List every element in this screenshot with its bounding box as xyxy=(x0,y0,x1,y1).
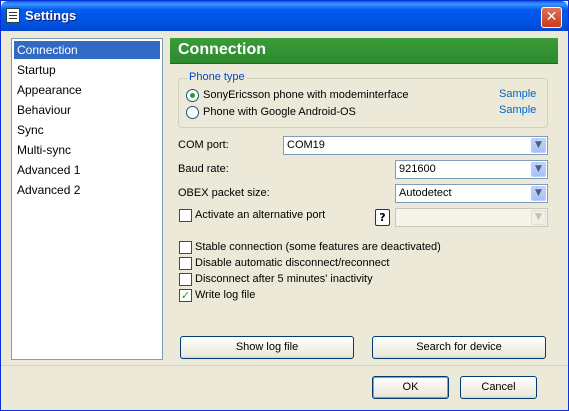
sidebar-item-connection[interactable]: Connection xyxy=(14,41,160,59)
sample-link-android[interactable]: Sample xyxy=(499,104,536,116)
window-title: Settings xyxy=(25,8,77,23)
stable-connection-checkbox[interactable] xyxy=(179,241,192,254)
phone-type-group: Phone type SonyEricsson phone with modem… xyxy=(178,71,548,128)
sidebar-item-appearance[interactable]: Appearance xyxy=(14,81,160,99)
phone-type-legend: Phone type xyxy=(187,71,247,83)
alt-port-select: ▼ xyxy=(395,208,548,227)
footer-divider xyxy=(1,365,568,366)
sidebar-item-behaviour[interactable]: Behaviour xyxy=(14,101,160,119)
sidebar-item-sync[interactable]: Sync xyxy=(14,121,160,139)
settings-category-list[interactable]: Connection Startup Appearance Behaviour … xyxy=(11,38,163,360)
disconnect-inactivity-label[interactable]: Disconnect after 5 minutes' inactivity xyxy=(195,273,373,285)
baud-rate-label: Baud rate: xyxy=(178,163,229,175)
radio-sonyericsson-label[interactable]: SonyEricsson phone with modeminterface xyxy=(203,89,408,101)
show-log-button[interactable]: Show log file xyxy=(180,336,354,359)
baud-rate-select[interactable]: 921600 ▼ xyxy=(395,160,548,179)
ok-button[interactable]: OK xyxy=(372,376,449,399)
obex-select[interactable]: Autodetect ▼ xyxy=(395,184,548,203)
obex-label: OBEX packet size: xyxy=(178,187,270,199)
settings-window: Settings ✕ Connection Startup Appearance… xyxy=(0,0,569,411)
chevron-down-icon[interactable]: ▼ xyxy=(531,162,546,177)
com-port-value: COM19 xyxy=(287,139,325,151)
baud-rate-value: 921600 xyxy=(399,163,436,175)
write-log-checkbox[interactable]: ✓ xyxy=(179,289,192,302)
stable-connection-label[interactable]: Stable connection (some features are dea… xyxy=(195,241,441,253)
sidebar-item-multi-sync[interactable]: Multi-sync xyxy=(14,141,160,159)
radio-android-label[interactable]: Phone with Google Android-OS xyxy=(203,106,356,118)
sidebar-item-advanced-1[interactable]: Advanced 1 xyxy=(14,161,160,179)
close-button[interactable]: ✕ xyxy=(541,7,562,28)
sample-link-sonyericsson[interactable]: Sample xyxy=(499,88,536,100)
close-icon: ✕ xyxy=(545,9,558,25)
sidebar-item-startup[interactable]: Startup xyxy=(14,61,160,79)
disable-reconnect-label[interactable]: Disable automatic disconnect/reconnect xyxy=(195,257,389,269)
sidebar-item-advanced-2[interactable]: Advanced 2 xyxy=(14,181,160,199)
panel-title: Connection xyxy=(178,41,266,58)
settings-app-icon xyxy=(6,8,20,23)
com-port-select[interactable]: COM19 ▼ xyxy=(283,136,548,155)
chevron-down-icon[interactable]: ▼ xyxy=(531,138,546,153)
write-log-label[interactable]: Write log file xyxy=(195,289,255,301)
radio-sonyericsson[interactable] xyxy=(186,89,199,102)
search-device-button[interactable]: Search for device xyxy=(372,336,546,359)
radio-android[interactable] xyxy=(186,106,199,119)
disconnect-inactivity-checkbox[interactable] xyxy=(179,273,192,286)
cancel-button[interactable]: Cancel xyxy=(460,376,537,399)
chevron-down-icon: ▼ xyxy=(531,210,546,225)
connection-panel: Connection Phone type SonyEricsson phone… xyxy=(170,38,558,365)
disable-reconnect-checkbox[interactable] xyxy=(179,257,192,270)
checkmark-icon: ✓ xyxy=(180,289,191,302)
alt-port-checkbox[interactable] xyxy=(179,209,192,222)
title-bar[interactable]: Settings ✕ xyxy=(1,1,568,31)
alt-port-label[interactable]: Activate an alternative port xyxy=(195,209,325,221)
obex-value: Autodetect xyxy=(399,187,452,199)
com-port-label: COM port: xyxy=(178,139,229,151)
chevron-down-icon[interactable]: ▼ xyxy=(531,186,546,201)
help-button[interactable]: ? xyxy=(375,209,390,226)
panel-header: Connection xyxy=(170,38,558,64)
